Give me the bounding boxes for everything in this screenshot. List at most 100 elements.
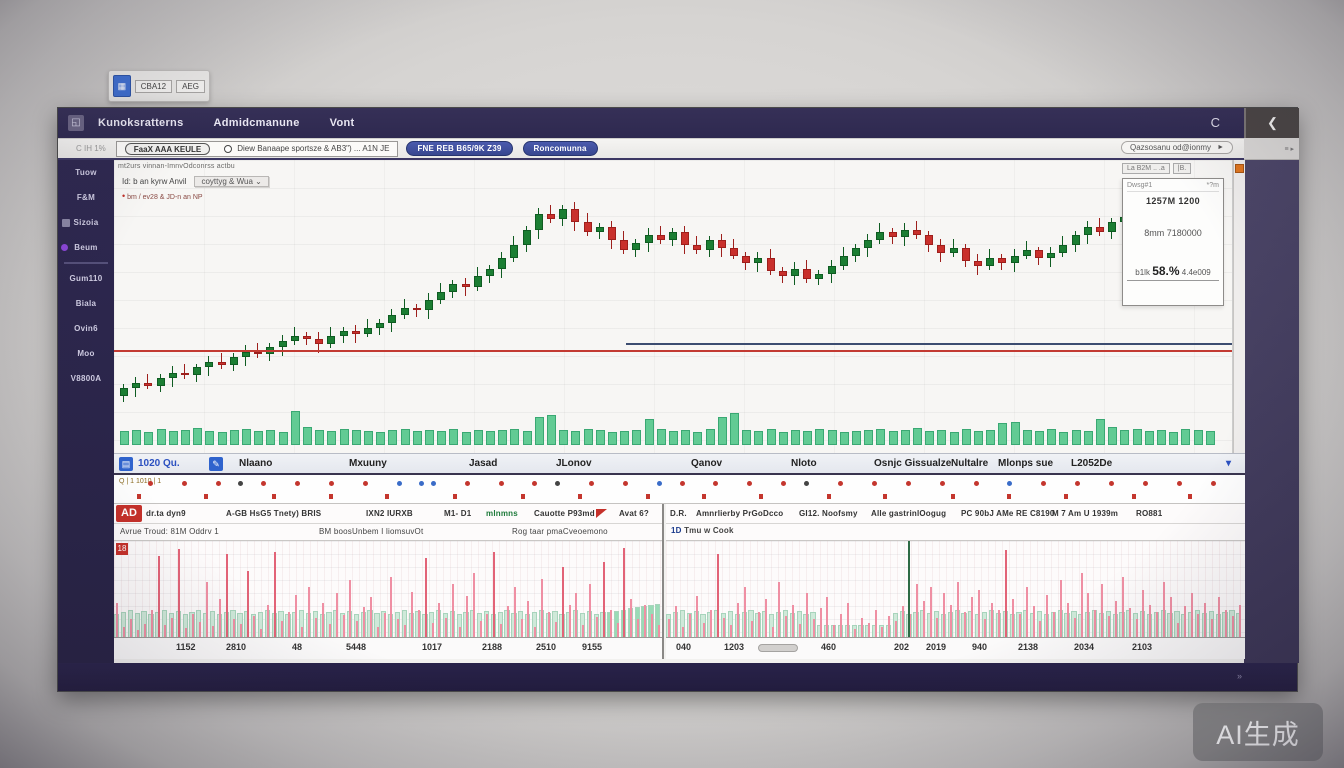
toolbar-right-pill[interactable]: Qazsosanu od@ionmy ► (1121, 141, 1233, 154)
primary-action-button[interactable]: FNE REB B65/9K Z39 (406, 141, 512, 156)
panel-header-item[interactable]: IXN2 IURXB (366, 509, 413, 518)
volume-bar (974, 431, 983, 445)
quote-percent: 58.% (1152, 264, 1179, 278)
activity-spike-bar (1019, 614, 1021, 638)
menu-item-vont[interactable]: Vont (330, 117, 355, 129)
marker-tick (578, 494, 582, 499)
tab-bar-icon-0[interactable]: ▤ (119, 457, 133, 471)
menubar-right-glyph[interactable]: C (1211, 115, 1220, 130)
panel-header-item[interactable]: dr.ta dyn9 (146, 509, 186, 518)
activity-spike-bar (452, 584, 454, 638)
quote-price: 1257M 1200 (1127, 196, 1219, 206)
ad-badge: AD (116, 505, 142, 522)
sidebar-item-fm[interactable]: F&M (58, 185, 114, 210)
activity-spike-bar (322, 603, 324, 638)
activity-spike-bar (493, 552, 495, 638)
symbol-button[interactable]: FaaX AAA KEULE (125, 143, 210, 155)
panel-header-item[interactable]: D.R. (670, 509, 687, 518)
floating-mini-toolbar[interactable]: ▦ CBA12 AEG (108, 70, 210, 102)
activity-spike-bar (1033, 606, 1035, 638)
panel-header-item[interactable]: Rog taar pmaCveoemono (512, 527, 608, 536)
radio-icon[interactable] (224, 145, 232, 153)
volume-bar (864, 430, 873, 445)
activity-spike-bar (397, 619, 399, 638)
panel-header-item[interactable]: mlnmns (486, 509, 518, 518)
infobox-chip-1[interactable]: La B2M .. .a (1122, 163, 1170, 174)
menu-item-admidcmanune[interactable]: Admidcmanune (214, 117, 300, 129)
panel-header-item[interactable]: M1- D1 (444, 509, 471, 518)
candlestick-chart-panel[interactable]: mt2urs vinnan-ImnvOdconrss actbu Id: b a… (114, 160, 1233, 453)
panel-header-item[interactable]: PC 90bJ AMe RE C8190 (961, 509, 1055, 518)
marker-tick (951, 494, 955, 499)
tab-jasad[interactable]: Jasad (469, 458, 497, 469)
tab-nultalre[interactable]: Nultalre (951, 458, 988, 469)
tab-osnjcgissualze[interactable]: Osnjc Gissualze (874, 458, 951, 469)
volume-bar (132, 430, 141, 445)
tab-bar-icon-1[interactable]: ✎ (209, 457, 223, 471)
app-tile-icon[interactable]: ▦ (113, 75, 131, 97)
sidebar-item-sizoia[interactable]: Sizoia (58, 210, 114, 235)
volume-bar (1072, 430, 1081, 445)
sidebar-item-ovin6[interactable]: Ovin6 (58, 316, 114, 341)
scrollbar-marker-icon[interactable] (1235, 164, 1244, 173)
tab-[interactable]: ▾ (1226, 458, 1231, 469)
sidebar-item-biala[interactable]: Biala (58, 291, 114, 316)
volume-bar (1194, 430, 1203, 445)
tab-1020qu[interactable]: 1020 Qu. (138, 458, 180, 469)
tab-l2052de[interactable]: L2052De (1071, 458, 1112, 469)
volume-bar (669, 431, 678, 445)
panel-header-item[interactable]: Avat 6? (619, 509, 649, 518)
tab-mlonpssue[interactable]: Mlonps sue (998, 458, 1053, 469)
panel-header-item[interactable]: Amnrlierby PrGoDcco (696, 509, 783, 518)
tab-mxuuny[interactable]: Mxuuny (349, 458, 387, 469)
activity-spike-bar (527, 601, 529, 638)
divider-line-green (908, 541, 910, 637)
statusbar-glyph[interactable]: » (1237, 671, 1242, 681)
panel-header-item[interactable]: Alle gastrinlOogug (871, 509, 946, 518)
activity-spike-bar (617, 623, 619, 638)
app-icon[interactable]: ◱ (68, 115, 84, 131)
activity-spike-bar (895, 621, 897, 638)
activity-spike-bar (363, 607, 365, 638)
volume-bar (901, 430, 910, 445)
collapse-panel-button[interactable]: ❮ (1244, 108, 1299, 138)
panel-header-item[interactable]: A-GB HsG5 Tnety) BRIS (226, 509, 321, 518)
chart-scrollbar[interactable] (1233, 160, 1245, 453)
secondary-action-button[interactable]: Roncomunna (523, 141, 598, 156)
sidebar-item-beum[interactable]: Beum (58, 235, 114, 260)
panel-header-item[interactable]: BM boosUnbem I liomsuvOt (319, 527, 423, 536)
right-column-toolbar[interactable]: ≡ ▸ (1244, 138, 1299, 160)
right-activity-chart[interactable] (666, 541, 1245, 638)
sidebar-item-label: V8800A (71, 374, 102, 383)
toolbar-status-text: C IH 1% (76, 144, 106, 153)
event-marker-strip[interactable]: Q | 1 1010 | 1 (114, 475, 1245, 504)
sidebar-item-v8800a[interactable]: V8800A (58, 366, 114, 391)
tab-jlonov[interactable]: JLonov (556, 458, 592, 469)
menu-item-kunoksratterns[interactable]: Kunoksratterns (98, 117, 184, 129)
sidebar-item-moo[interactable]: Moo (58, 341, 114, 366)
sidebar-item-tuow[interactable]: Tuow (58, 160, 114, 185)
panel-header-item[interactable]: M 7 Am U 1939m (1052, 509, 1118, 518)
activity-spike-bar (480, 621, 482, 638)
tab-nlaano[interactable]: Nlaano (239, 458, 272, 469)
quote-pre: b1lk (1135, 268, 1150, 277)
axis-scroll-handle[interactable] (758, 644, 798, 652)
tab-qanov[interactable]: Qanov (691, 458, 722, 469)
panel-header-item[interactable]: Avrue Troud: 81M Oddrv 1 (120, 527, 219, 536)
marker-dot (419, 481, 424, 486)
play-icon[interactable]: ► (1217, 144, 1224, 151)
sidebar-item-gum110[interactable]: Gum110 (58, 266, 114, 291)
quote-row0-right: *?m (1207, 182, 1219, 189)
volume-bar (242, 429, 251, 445)
panel-header-item[interactable]: Cauotte P93md (534, 509, 595, 518)
activity-spike-bar (799, 624, 801, 638)
infobox-mini-toolbar[interactable]: La B2M .. .a |B. (1122, 162, 1224, 175)
sidebar-item-label: Ovin6 (74, 324, 98, 333)
tab-nloto[interactable]: Nloto (791, 458, 817, 469)
left-activity-chart[interactable]: 18 (114, 541, 662, 638)
panel-header-item[interactable]: RO881 (1136, 509, 1162, 518)
marker-dot (465, 481, 470, 486)
infobox-chip-2[interactable]: |B. (1173, 163, 1191, 174)
panel-header-item[interactable]: GI12. Noofsmy (799, 509, 858, 518)
toolbar-right-label: Qazsosanu od@ionmy (1130, 143, 1211, 152)
